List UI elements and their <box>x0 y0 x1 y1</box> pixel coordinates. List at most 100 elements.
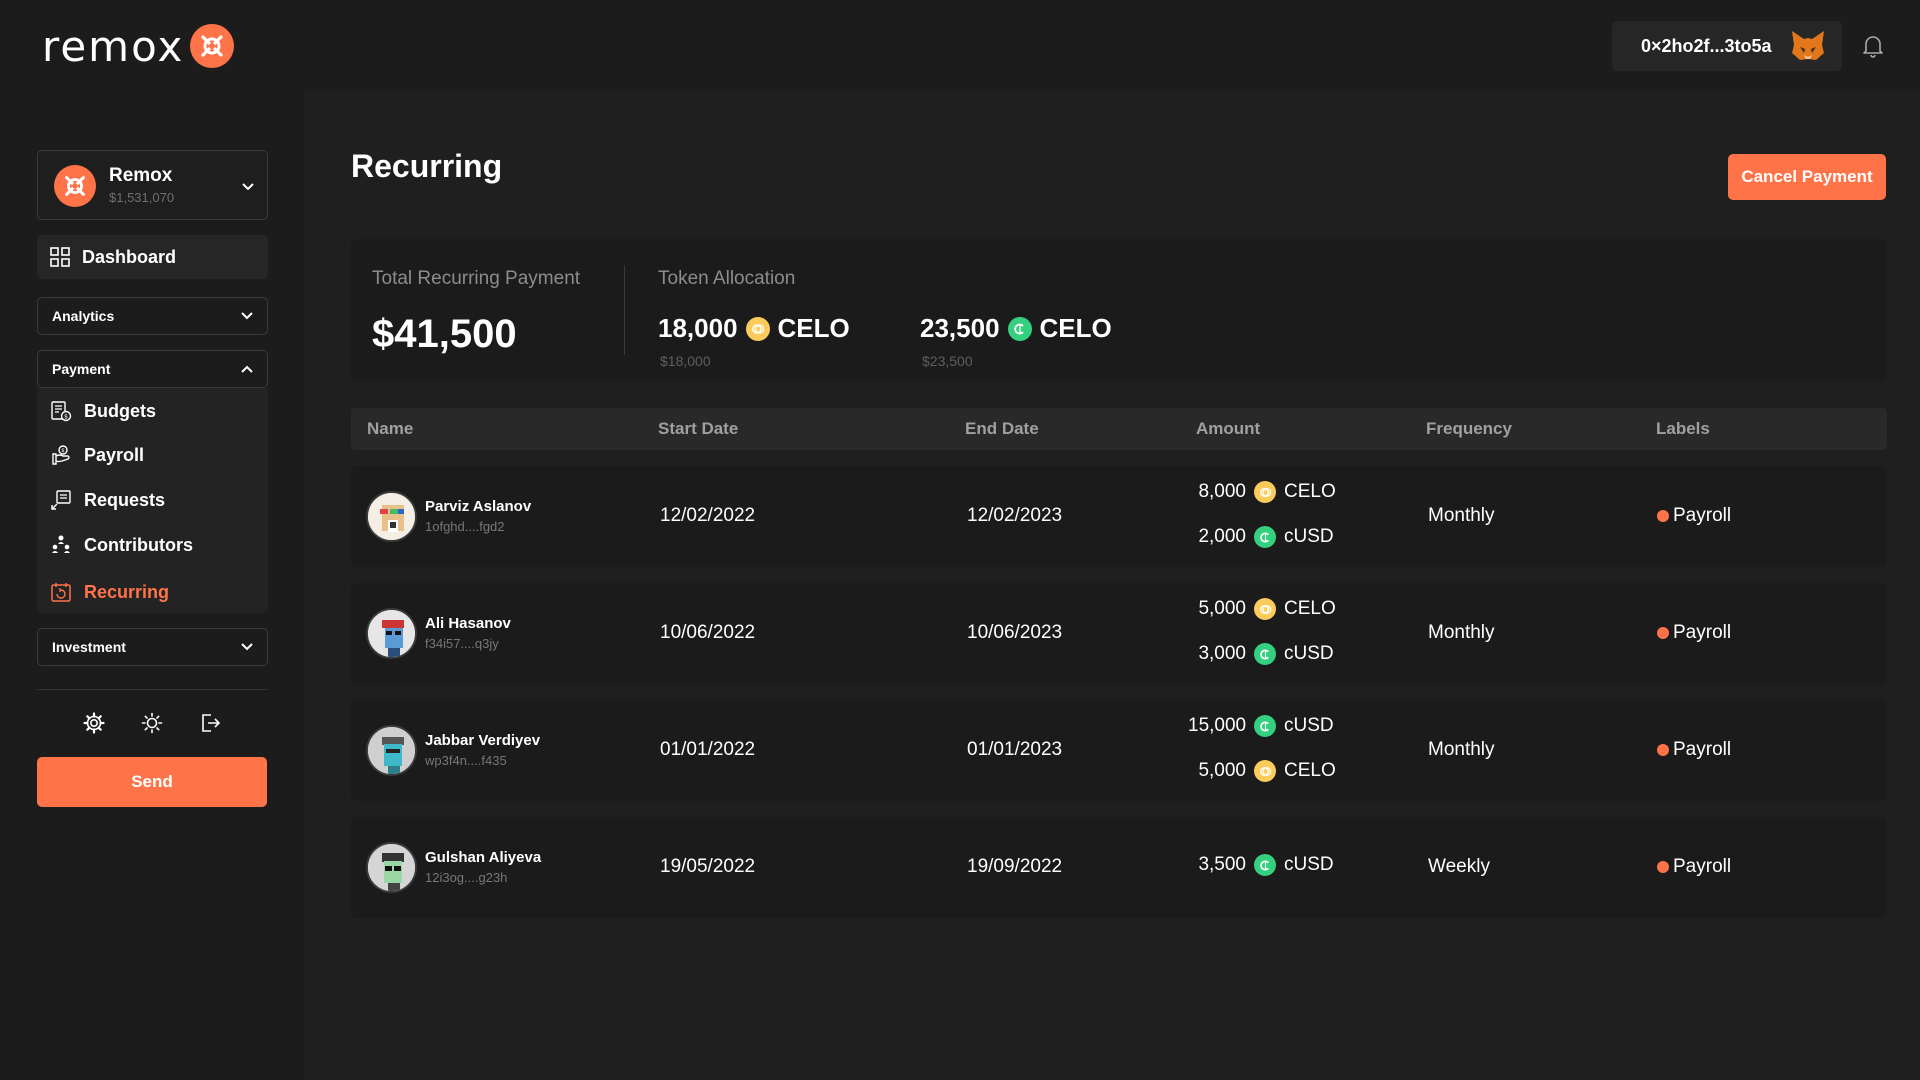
avatar <box>366 608 417 659</box>
nav-payroll[interactable]: $ Payroll <box>50 441 144 469</box>
svg-text:$: $ <box>61 448 65 454</box>
label-badge: Payroll <box>1657 739 1731 761</box>
start-date: 12/02/2022 <box>660 505 756 526</box>
investment-label: Investment <box>52 639 126 655</box>
investment-section-toggle[interactable]: Investment <box>37 628 268 666</box>
amount-line: 2,000 cUSD <box>1196 526 1362 548</box>
metamask-fox-icon <box>1790 29 1826 68</box>
allocation-amount: 23,500 <box>920 313 1000 343</box>
cusd-coin-icon <box>1007 316 1032 341</box>
col-amount: Amount <box>1196 419 1261 438</box>
amount-value: 8,000 <box>1198 481 1246 502</box>
amount-symbol: cUSD <box>1284 854 1334 875</box>
avatar <box>366 725 417 776</box>
wallet-button[interactable]: 0×2ho2f...3to5a <box>1612 21 1842 71</box>
account-selector[interactable]: Remox $1,531,070 <box>37 150 268 220</box>
cusd-coin-icon <box>1254 526 1276 548</box>
contributor-address: f34i57....q3jy <box>425 636 499 651</box>
amount-symbol: cUSD <box>1284 715 1334 736</box>
payroll-icon: $ <box>52 445 70 465</box>
nav-budgets[interactable]: $ Budgets <box>50 397 156 425</box>
label-text: Payroll <box>1673 739 1732 760</box>
account-balance: $1,531,070 <box>109 190 175 205</box>
amount-symbol: CELO <box>1284 598 1336 619</box>
table-row[interactable]: Parviz Aslanov 1ofghd....fgd2 12/02/2022… <box>351 466 1887 567</box>
end-date: 12/02/2023 <box>967 505 1063 526</box>
end-date: 10/06/2023 <box>967 622 1063 643</box>
amount-line: 5,000 CELO <box>1196 598 1362 620</box>
contributor-name: Jabbar Verdiyev <box>425 732 541 749</box>
gear-icon[interactable] <box>83 712 105 739</box>
allocation-cusd: 23,500 CELO <box>920 313 1112 344</box>
nav-budgets-label: Budgets <box>84 400 156 421</box>
table-header: Name Start Date End Date Amount Frequenc… <box>351 408 1887 450</box>
contributor-address: wp3f4n....f435 <box>425 753 507 768</box>
avatar <box>366 842 417 893</box>
celo-coin-icon <box>1254 481 1276 503</box>
chevron-down-icon <box>241 179 255 197</box>
table-row[interactable]: Ali Hasanov f34i57....q3jy 10/06/2022 10… <box>351 583 1887 684</box>
nav-dashboard[interactable]: Dashboard <box>37 235 268 279</box>
start-date: 19/05/2022 <box>660 856 756 877</box>
frequency: Monthly <box>1428 622 1495 643</box>
table-row[interactable]: Gulshan Aliyeva 12i3og....g23h 19/05/202… <box>351 817 1887 918</box>
analytics-label: Analytics <box>52 308 115 324</box>
table-row[interactable]: Jabbar Verdiyev wp3f4n....f435 01/01/202… <box>351 700 1887 801</box>
label-text: Payroll <box>1673 622 1732 643</box>
amount-line: 8,000 CELO <box>1196 481 1362 503</box>
send-button[interactable]: Send <box>37 757 267 807</box>
frequency: Monthly <box>1428 505 1495 526</box>
amount-symbol: CELO <box>1284 760 1336 781</box>
sidebar-divider <box>37 689 268 690</box>
token-allocation-label: Token Allocation <box>658 268 796 289</box>
nav-requests-label: Requests <box>84 489 166 510</box>
frequency: Weekly <box>1428 856 1490 877</box>
amount-value: 5,000 <box>1198 598 1246 619</box>
amount-line: 5,000 CELO <box>1196 760 1362 782</box>
amount-value: 5,000 <box>1198 760 1246 781</box>
payment-submenu: $ Budgets $ Payroll Requests Contributor… <box>37 388 268 613</box>
chevron-down-icon <box>241 643 253 651</box>
nav-contributors[interactable]: Contributors <box>50 531 193 559</box>
amount-line: 3,500 cUSD <box>1196 854 1362 876</box>
remox-logo[interactable]: remox <box>42 22 235 71</box>
nav-requests[interactable]: Requests <box>50 486 165 514</box>
cancel-payment-button[interactable]: Cancel Payment <box>1728 154 1886 200</box>
cusd-coin-icon <box>1254 643 1276 665</box>
start-date: 10/06/2022 <box>660 622 756 643</box>
contributor-address: 1ofghd....fgd2 <box>425 519 505 534</box>
allocation-celo: 18,000 CELO <box>658 313 850 344</box>
budgets-icon: $ <box>51 401 72 422</box>
label-text: Payroll <box>1673 505 1732 526</box>
recurring-icon <box>51 583 71 602</box>
celo-coin-icon <box>1254 760 1276 782</box>
nav-recurring[interactable]: Recurring <box>50 578 169 606</box>
wallet-address: 0×2ho2f...3to5a <box>1641 35 1772 56</box>
allocation-usd: $23,500 <box>922 353 973 369</box>
bell-icon[interactable] <box>1862 34 1884 63</box>
account-avatar <box>54 165 96 207</box>
label-badge: Payroll <box>1657 856 1731 878</box>
payment-section-toggle[interactable]: Payment <box>37 350 268 388</box>
celo-coin-icon <box>1254 598 1276 620</box>
amount-symbol: CELO <box>1284 481 1336 502</box>
amount-value: 15,000 <box>1188 715 1247 736</box>
nav-contributors-label: Contributors <box>84 534 193 555</box>
contributor-name: Parviz Aslanov <box>425 498 532 515</box>
cusd-coin-icon <box>1254 854 1276 876</box>
sun-icon[interactable] <box>141 712 163 739</box>
label-dot <box>1657 627 1669 639</box>
logout-icon[interactable] <box>199 712 221 739</box>
amount-symbol: cUSD <box>1284 643 1334 664</box>
contributors-icon <box>52 535 70 553</box>
total-recurring-label: Total Recurring Payment <box>372 268 581 289</box>
allocation-symbol: CELO <box>1039 313 1112 343</box>
amount-line: 3,000 cUSD <box>1196 643 1362 665</box>
analytics-section-toggle[interactable]: Analytics <box>37 297 268 335</box>
col-start-date: Start Date <box>658 419 739 438</box>
chevron-down-icon <box>241 312 253 320</box>
page-title: Recurring <box>351 148 503 184</box>
chevron-up-icon <box>241 365 253 373</box>
nav-recurring-label: Recurring <box>84 581 170 602</box>
svg-text:$: $ <box>64 414 68 421</box>
